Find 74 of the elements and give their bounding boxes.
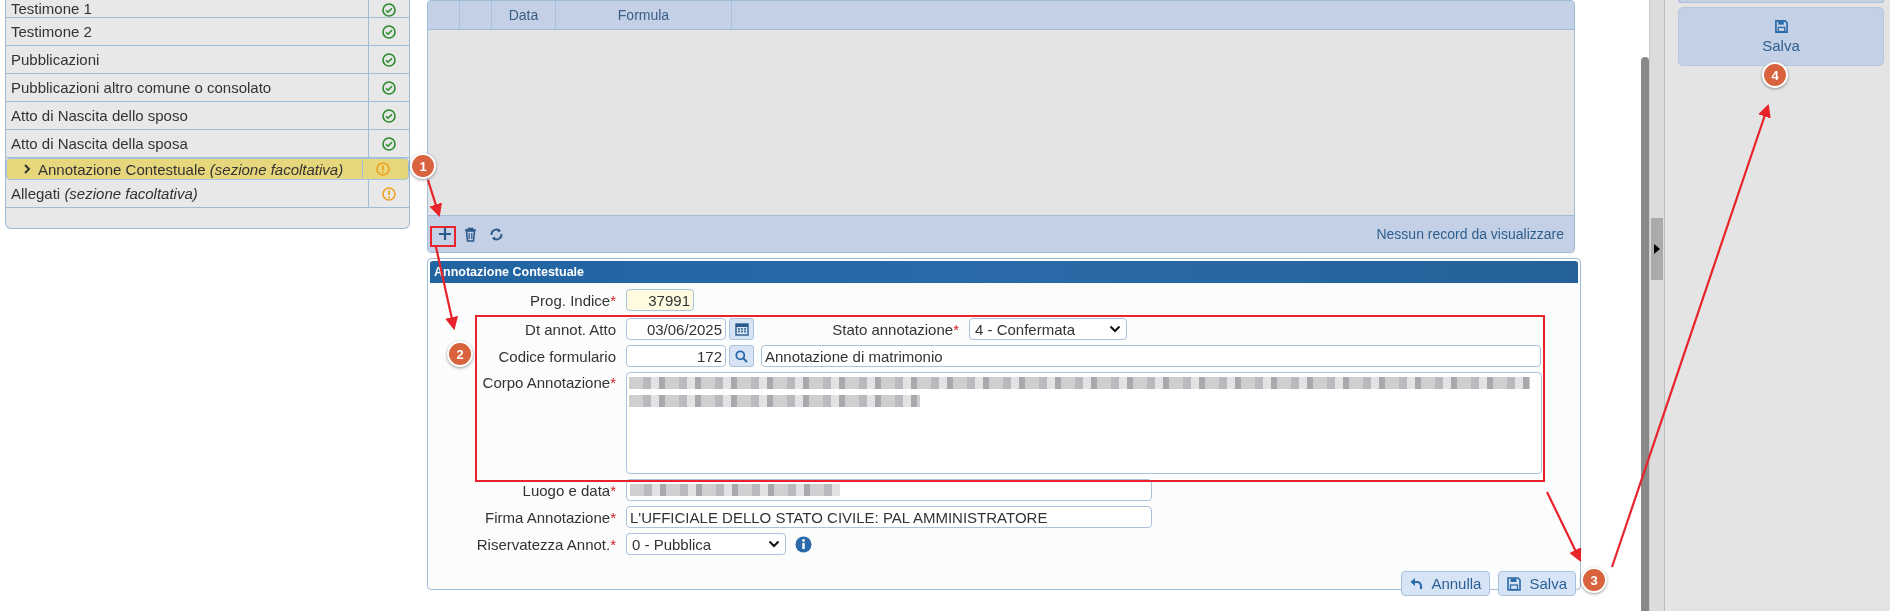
save-icon	[1774, 19, 1788, 33]
check-circle-icon	[382, 3, 396, 17]
highlight-frame	[430, 226, 456, 247]
section-label: Allegati (sezione facoltativa)	[11, 185, 198, 202]
section-label: Atto di Nascita dello sposo	[11, 107, 188, 124]
description-field[interactable]: Annotazione di matrimonio	[761, 345, 1541, 367]
cancel-button[interactable]: Annulla	[1401, 571, 1491, 596]
save-icon	[1507, 576, 1522, 591]
field-label: Corpo Annotazione	[482, 374, 611, 391]
caret-icon	[768, 540, 780, 548]
chevron-right-icon	[24, 164, 31, 174]
required-mark: *	[610, 535, 616, 553]
section-label: Testimone 2	[11, 23, 92, 40]
check-circle-icon	[382, 24, 396, 39]
step-number-badge: 1	[410, 153, 436, 179]
field-label: Luogo e data	[522, 481, 611, 499]
search-button[interactable]	[729, 345, 754, 367]
input-field[interactable]: 172	[626, 345, 726, 367]
input-field[interactable]: L'UFFICIALE DELLO STATO CIVILE: PAL AMMINISTRATORE	[626, 506, 1152, 528]
section-label: Testimone 1	[11, 0, 92, 17]
check-circle-icon	[382, 80, 396, 95]
section-label: Atto di Nascita della sposa	[11, 135, 188, 152]
plus-icon	[438, 227, 452, 241]
field-label: Stato annotazione	[832, 320, 954, 338]
annotation-arrow	[426, 179, 442, 218]
section-row[interactable]: Testimone 1	[6, 0, 409, 18]
save-button[interactable]: Salva	[1498, 571, 1576, 596]
scrollbar[interactable]	[1641, 57, 1649, 611]
section-label: Annotazione Contestuale (sezione facoltativa)	[38, 160, 344, 178]
save-button[interactable]: Salva	[1678, 7, 1884, 66]
step-number-badge: 3	[1581, 567, 1607, 593]
input-field[interactable]: 37991	[626, 289, 694, 311]
exclamation-circle-icon	[376, 162, 390, 176]
column-header[interactable]: Formula	[556, 1, 732, 29]
date-field[interactable]: 03/06/2025	[626, 318, 726, 340]
field-label: Riservatezza Annot.	[476, 535, 611, 553]
required-mark: *	[953, 320, 959, 338]
section-row[interactable]: Pubblicazioni altro comune o consolato	[6, 74, 409, 102]
input-field[interactable]	[626, 479, 1152, 501]
field-label: Codice formulario	[498, 347, 616, 365]
triangle-right-icon	[1654, 244, 1660, 254]
refresh-icon	[489, 226, 504, 242]
section-row[interactable]: Testimone 2	[6, 18, 409, 46]
required-mark: *	[610, 481, 616, 499]
section-row[interactable]: Annotazione Contestuale (sezione facoltativa)	[6, 158, 409, 180]
required-mark: *	[610, 291, 616, 309]
search-icon	[735, 349, 748, 363]
required-mark: *	[610, 374, 616, 391]
info-icon[interactable]	[795, 535, 812, 553]
dropdown[interactable]: 4 - Confermata	[969, 318, 1127, 340]
caret-icon	[1109, 325, 1121, 333]
calendar-icon	[734, 322, 749, 336]
field-label: Firma Annotazione	[485, 508, 611, 526]
section-label: Pubblicazioni altro comune o consolato	[11, 79, 272, 96]
check-circle-icon	[382, 136, 396, 151]
collapse-handle[interactable]	[1651, 218, 1663, 280]
required-mark: *	[610, 508, 616, 526]
section-label: Pubblicazioni	[11, 51, 100, 68]
empty-grid-message: Nessun record da visualizzare	[1376, 226, 1564, 242]
check-circle-icon	[382, 108, 396, 123]
section-row[interactable]: Pubblicazioni	[6, 46, 409, 74]
calendar-button[interactable]	[729, 318, 754, 340]
undo-icon	[1410, 577, 1424, 590]
field-label: Prog. Indice	[530, 291, 611, 309]
annotation-arrow	[1546, 491, 1582, 562]
dropdown[interactable]: 0 - Pubblica	[626, 533, 786, 555]
exclamation-circle-icon	[382, 186, 396, 201]
section-row[interactable]: Atto di Nascita della sposa	[6, 130, 409, 158]
trash-icon	[464, 226, 477, 242]
column-header[interactable]: Data	[492, 1, 556, 29]
check-circle-icon	[382, 52, 396, 67]
section-row[interactable]: Allegati (sezione facoltativa)	[6, 180, 409, 208]
field-label: Dt annot. Atto	[525, 320, 616, 338]
section-row[interactable]: Atto di Nascita dello sposo	[6, 102, 409, 130]
